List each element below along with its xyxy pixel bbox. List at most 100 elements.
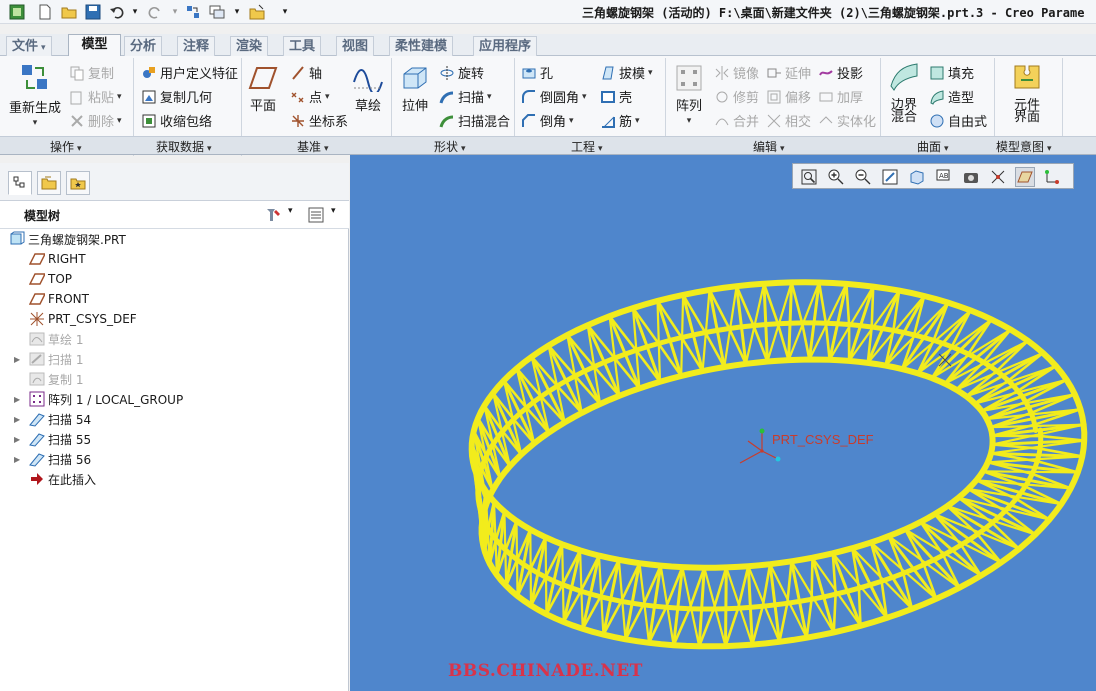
tab-model[interactable]: 模型 (68, 34, 121, 57)
trim-button[interactable]: 修剪 (714, 87, 759, 106)
repaint-icon[interactable] (880, 167, 900, 187)
copy-geometry-button[interactable]: 复制几何 (141, 87, 212, 106)
axis-button[interactable]: 轴 (290, 63, 322, 82)
tree-item-sweep-54[interactable]: ▶ 扫描 54 (0, 409, 349, 429)
undo-icon[interactable] (108, 3, 126, 21)
tree-item-pattern-1[interactable]: ▶ 阵列 1 / LOCAL_GROUP (0, 389, 349, 409)
tab-applications[interactable]: 应用程序 (473, 36, 538, 56)
project-button[interactable]: 投影 (818, 63, 863, 82)
tree-item-root-part[interactable]: 三角螺旋钢架.PRT (0, 229, 349, 249)
rib-button[interactable]: 筋 ▾ (600, 111, 640, 130)
tree-settings-icon[interactable] (264, 206, 282, 227)
spin-center-icon[interactable] (988, 167, 1008, 187)
tree-item-right-plane[interactable]: RIGHT (0, 249, 349, 269)
new-file-icon[interactable] (36, 3, 54, 21)
shrinkwrap-button[interactable]: 收缩包络 (141, 111, 212, 130)
model-tree-tab-icon[interactable] (8, 171, 32, 195)
tree-item-sweep-56[interactable]: ▶ 扫描 56 (0, 449, 349, 469)
delete-button[interactable]: 删除 ▾ (69, 111, 122, 130)
expand-arrow-icon[interactable]: ▶ (14, 455, 20, 464)
favorites-tab-icon[interactable] (66, 171, 90, 195)
tree-item-sweep-1[interactable]: ▶ 扫描 1 (0, 349, 349, 369)
group-shapes[interactable]: 形状 ▾ (434, 138, 466, 155)
solidify-button[interactable]: 实体化 (818, 111, 876, 130)
tree-item-insert-here[interactable]: 在此插入 (0, 469, 349, 489)
copy-button[interactable]: 复制 (69, 63, 114, 82)
tree-settings-dropdown-icon[interactable]: ▾ (288, 206, 293, 216)
round-button[interactable]: 倒圆角 ▾ (521, 87, 587, 106)
boundary-blend-button[interactable]: 边界 混合 (886, 62, 922, 124)
redo-dropdown-icon[interactable]: ▾ (166, 3, 184, 21)
intersect-button[interactable]: 相交 (766, 111, 811, 130)
pattern-button[interactable]: 阵列 ▾ (672, 64, 706, 128)
customize-toolbar-icon[interactable]: ▾ (276, 3, 294, 21)
display-style-icon[interactable]: AB (934, 167, 954, 187)
tree-item-csys[interactable]: PRT_CSYS_DEF (0, 309, 349, 329)
revolve-button[interactable]: 旋转 (439, 63, 484, 82)
graphics-viewport[interactable]: PRT_CSYS_DEF AB BBS.CHINADE.NET (350, 155, 1096, 691)
folder-browser-tab-icon[interactable] (37, 171, 61, 195)
group-surfaces[interactable]: 曲面 ▾ (917, 138, 949, 155)
regenerate-quick-icon[interactable] (184, 3, 202, 21)
tab-analysis[interactable]: 分析 (124, 36, 163, 56)
csys-display-icon[interactable] (1042, 167, 1062, 187)
group-get-data[interactable]: 获取数据 ▾ (156, 138, 212, 155)
saved-orientations-icon[interactable] (907, 167, 927, 187)
tree-item-front-plane[interactable]: FRONT (0, 289, 349, 309)
windows-icon[interactable] (208, 3, 226, 21)
mirror-button[interactable]: 镜像 (714, 63, 759, 82)
merge-button[interactable]: 合并 (714, 111, 759, 130)
tab-flexible-modeling[interactable]: 柔性建模 (389, 36, 454, 56)
expand-arrow-icon[interactable]: ▶ (14, 355, 20, 364)
fill-button[interactable]: 填充 (929, 63, 974, 82)
shell-button[interactable]: 壳 (600, 87, 632, 106)
tab-file[interactable]: 文件 ▾ (6, 36, 52, 56)
thicken-button[interactable]: 加厚 (818, 87, 863, 106)
save-icon[interactable] (84, 3, 102, 21)
expand-arrow-icon[interactable]: ▶ (14, 415, 20, 424)
tab-tools[interactable]: 工具 (283, 36, 322, 56)
expand-arrow-icon[interactable]: ▶ (14, 435, 20, 444)
extrude-button[interactable]: 拉伸 (398, 64, 432, 114)
refit-icon[interactable] (799, 167, 819, 187)
group-operations[interactable]: 操作 ▾ (50, 138, 82, 155)
hole-button[interactable]: 孔 (521, 63, 553, 82)
tab-render[interactable]: 渲染 (230, 36, 269, 56)
offset-button[interactable]: 偏移 (766, 87, 811, 106)
freestyle-button[interactable]: 自由式 (929, 111, 987, 130)
open-folder-icon[interactable] (60, 3, 78, 21)
tree-item-sketch[interactable]: 草绘 1 (0, 329, 349, 349)
tab-view[interactable]: 视图 (336, 36, 375, 56)
app-menu-icon[interactable] (8, 3, 26, 21)
undo-dropdown-icon[interactable]: ▾ (126, 3, 144, 21)
udf-button[interactable]: 用户定义特征 (141, 63, 238, 82)
close-window-icon[interactable] (248, 3, 266, 21)
group-editing[interactable]: 编辑 ▾ (753, 138, 785, 155)
expand-arrow-icon[interactable]: ▶ (14, 395, 20, 404)
annotation-display-icon[interactable] (961, 167, 981, 187)
zoom-out-icon[interactable] (853, 167, 873, 187)
group-engineering[interactable]: 工程 ▾ (571, 138, 603, 155)
style-button[interactable]: 造型 (929, 87, 974, 106)
tree-item-top-plane[interactable]: TOP (0, 269, 349, 289)
spiral-truss-model[interactable] (350, 155, 1096, 691)
regenerate-button[interactable]: 重新生成 ▾ (8, 62, 62, 130)
chamfer-button[interactable]: 倒角 ▾ (521, 111, 574, 130)
point-button[interactable]: 点 ▾ (290, 87, 330, 106)
tree-item-sweep-55[interactable]: ▶ 扫描 55 (0, 429, 349, 449)
plane-button[interactable]: 平面 (246, 64, 280, 114)
group-datum[interactable]: 基准 ▾ (297, 138, 329, 155)
tree-columns-dropdown-icon[interactable]: ▾ (331, 206, 336, 216)
tree-columns-icon[interactable] (307, 206, 325, 227)
group-model-intent[interactable]: 模型意图 ▾ (996, 138, 1052, 155)
redo-icon[interactable] (146, 3, 164, 21)
tree-item-copy-1[interactable]: 复制 1 (0, 369, 349, 389)
extend-button[interactable]: 延伸 (766, 63, 811, 82)
component-interface-button[interactable]: 元件 界面 (1007, 62, 1047, 124)
swept-blend-button[interactable]: 扫描混合 (439, 111, 510, 130)
sweep-button[interactable]: 扫描 ▾ (439, 87, 492, 106)
paste-button[interactable]: 粘贴 ▾ (69, 87, 122, 106)
sketch-button[interactable]: 草绘 (350, 64, 386, 114)
tab-annotate[interactable]: 注释 (177, 36, 216, 56)
windows-dropdown-icon[interactable]: ▾ (228, 3, 246, 21)
